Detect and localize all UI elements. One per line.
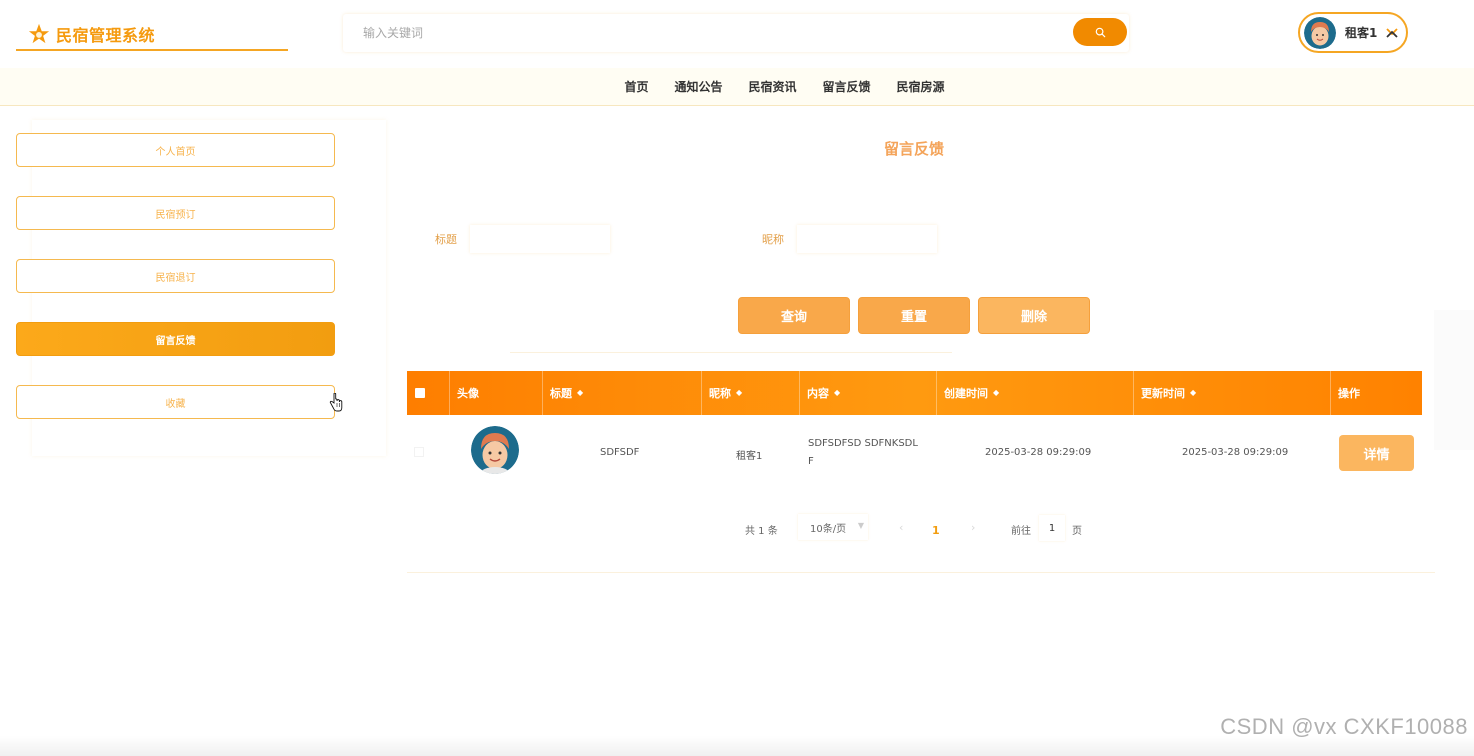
select-all-cell[interactable] [407, 371, 450, 415]
sort-icon[interactable]: ◆ [834, 389, 840, 397]
cell-title: SDFSDF [600, 447, 640, 458]
app-title: 民宿管理系统 [56, 26, 156, 45]
nav-item-home[interactable]: 首页 [624, 78, 648, 95]
chevron-down-icon: ▼ [857, 521, 864, 530]
cell-content-line1: SDFSDFSD SDFNKSDL [808, 438, 918, 449]
query-button[interactable]: 查询 [738, 297, 850, 334]
prev-page-button[interactable]: ‹ [899, 521, 903, 534]
column-label: 操作 [1338, 387, 1360, 400]
page-size-value: 10条/页 [810, 523, 847, 535]
sort-icon[interactable]: ◆ [577, 389, 583, 397]
pagination-total: 共 1 条 [745, 526, 778, 537]
nickname-filter-label: 昵称 [762, 233, 784, 246]
sidebar-item-profile[interactable]: 个人首页 [16, 133, 335, 167]
cell-updated: 2025-03-28 09:29:09 [1182, 447, 1289, 458]
column-header-avatar: 头像 [450, 371, 543, 415]
column-label: 创建时间 [944, 387, 988, 400]
page-suffix: 页 [1072, 526, 1082, 537]
row-checkbox[interactable] [414, 447, 424, 457]
cell-content-line2: F [808, 456, 814, 467]
side-panel-edge [1434, 310, 1474, 450]
delete-button[interactable]: 删除 [978, 297, 1090, 334]
column-label: 昵称 [709, 387, 731, 400]
page-title: 留言反馈 [883, 140, 944, 158]
column-label: 标题 [550, 387, 572, 400]
watermark: CSDN @vx CXKF10088 [1220, 714, 1468, 739]
nickname-filter-input[interactable] [797, 225, 937, 253]
nav-item-listings[interactable]: 民宿房源 [897, 78, 945, 95]
avatar [1304, 16, 1336, 49]
divider [510, 352, 952, 353]
goto-label: 前往 [1011, 526, 1031, 537]
logo[interactable]: 民宿管理系统 [16, 18, 288, 51]
column-header-created[interactable]: 创建时间 ◆ [937, 371, 1134, 415]
sort-icon[interactable]: ◆ [1190, 389, 1196, 397]
column-header-title[interactable]: 标题 ◆ [543, 371, 702, 415]
sidebar-item-cancel-booking[interactable]: 民宿退订 [16, 259, 335, 293]
star-logo-icon [28, 23, 50, 44]
column-header-content[interactable]: 内容 ◆ [800, 371, 937, 415]
title-filter-label: 标题 [435, 233, 457, 246]
search-bar [343, 14, 1129, 52]
sort-icon[interactable]: ◆ [993, 389, 999, 397]
avatar [471, 426, 519, 474]
divider [407, 572, 1435, 573]
column-header-updated[interactable]: 更新时间 ◆ [1134, 371, 1331, 415]
goto-page-input[interactable] [1039, 515, 1065, 541]
title-filter-input[interactable] [470, 225, 610, 253]
search-icon [1095, 27, 1105, 37]
reset-button[interactable]: 重置 [858, 297, 970, 334]
header: 民宿管理系统 租客1 [0, 0, 1474, 68]
page-size-select[interactable]: 10条/页 ▼ [798, 514, 868, 540]
current-page[interactable]: 1 [932, 524, 940, 537]
next-page-button[interactable]: › [971, 521, 975, 534]
column-header-nickname[interactable]: 昵称 ◆ [702, 371, 800, 415]
sidebar-item-booking[interactable]: 民宿预订 [16, 196, 335, 230]
hand-cursor-icon [329, 393, 343, 412]
cell-created: 2025-03-28 09:29:09 [985, 447, 1092, 458]
nav-item-feedback[interactable]: 留言反馈 [823, 78, 871, 95]
search-button[interactable] [1073, 18, 1127, 46]
column-label: 更新时间 [1141, 387, 1185, 400]
nav-item-news[interactable]: 民宿资讯 [748, 78, 796, 95]
chevron-down-icon[interactable] [1385, 26, 1399, 40]
user-name: 租客1 [1345, 26, 1378, 40]
sidebar-item-feedback[interactable]: 留言反馈 [16, 322, 335, 356]
table-header: 头像 标题 ◆ 昵称 ◆ 内容 ◆ 创建时间 ◆ 更新时间 ◆ 操作 [407, 371, 1422, 415]
top-nav: 首页 通知公告 民宿资讯 留言反馈 民宿房源 [0, 68, 1474, 106]
cell-nickname: 租客1 [736, 451, 763, 462]
column-label: 内容 [807, 387, 829, 400]
sort-icon[interactable]: ◆ [736, 389, 742, 397]
detail-button[interactable]: 详情 [1339, 435, 1414, 471]
search-input[interactable] [343, 14, 1063, 52]
select-all-checkbox[interactable] [415, 388, 425, 398]
sidebar-item-favorites[interactable]: 收藏 [16, 385, 335, 419]
user-menu[interactable]: 租客1 [1298, 12, 1408, 53]
column-header-actions: 操作 [1331, 371, 1422, 415]
column-label: 头像 [457, 387, 479, 400]
nav-item-notices[interactable]: 通知公告 [674, 78, 722, 95]
